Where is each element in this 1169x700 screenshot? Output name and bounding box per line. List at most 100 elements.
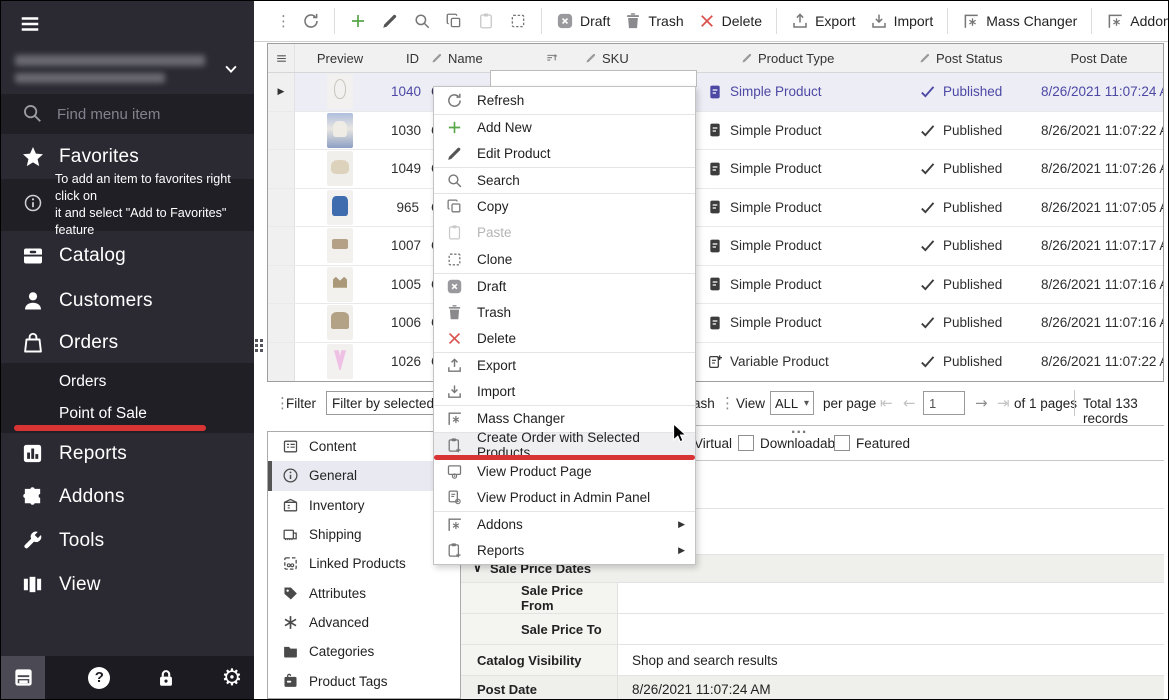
post-date-value[interactable]: 8/26/2021 11:07:24 AM (618, 676, 1164, 700)
table-row[interactable]: 1007 CC Simple Product Published 8/26/20… (268, 227, 1163, 266)
account-selector[interactable] (1, 49, 254, 91)
preview-cell[interactable] (295, 228, 385, 263)
id-cell[interactable]: 1007 (385, 238, 425, 253)
mass-changer-button[interactable]: Mass Changer (955, 1, 1084, 41)
menu-view-product-page[interactable]: View Product Page (434, 458, 695, 485)
product-type-cell[interactable]: Simple Product (701, 199, 913, 215)
tab-shipping[interactable]: Shipping (268, 520, 460, 549)
id-cell[interactable]: 1030 (385, 123, 425, 138)
draft-button[interactable]: Draft (549, 1, 617, 41)
tab-general[interactable]: General (268, 461, 460, 490)
catalog-visibility-value[interactable]: Shop and search results (618, 645, 1164, 675)
sidebar-item-tools[interactable]: Tools (1, 521, 254, 561)
lock-button[interactable] (144, 656, 188, 699)
col-header-sku[interactable]: SKU (579, 44, 701, 72)
catalog-visibility-row[interactable]: Catalog Visibility Shop and search resul… (461, 645, 1164, 676)
preview-cell[interactable] (295, 190, 385, 225)
name-cell-editor[interactable] (490, 70, 697, 87)
search-input[interactable]: Find menu item (57, 106, 160, 123)
settings-button[interactable]: ⚙ (210, 656, 254, 699)
id-cell[interactable]: 965 (385, 200, 425, 215)
post-status-cell[interactable]: Published (913, 276, 1035, 293)
import-button[interactable]: Import (863, 1, 941, 41)
tab-content[interactable]: Content (268, 432, 460, 461)
product-type-cell[interactable]: Simple Product (701, 122, 913, 138)
sidebar-item-orders[interactable]: Orders (1, 323, 254, 363)
copy-button[interactable] (438, 1, 470, 41)
table-row[interactable]: 1049 CC Simple Product Published 8/26/20… (268, 150, 1163, 189)
preview-cell[interactable] (295, 305, 385, 340)
sale-price-from-value[interactable] (618, 583, 1164, 613)
export-button[interactable]: Export (784, 1, 862, 41)
addons-dropdown[interactable]: Addons▾ (1099, 1, 1169, 41)
product-type-cell[interactable]: Simple Product (701, 276, 913, 292)
post-date-cell[interactable]: 8/26/2021 11:07:22 AM (1035, 123, 1163, 138)
id-cell[interactable]: 1040 (385, 84, 425, 99)
table-row[interactable]: 1030 CC Simple Product Published 8/26/20… (268, 112, 1163, 151)
sort-icon[interactable] (545, 51, 559, 65)
panel-drag-handle[interactable] (255, 339, 265, 357)
tab-inventory[interactable]: Inventory (268, 491, 460, 520)
last-page-button[interactable]: ⇥ (997, 394, 1010, 412)
clone-button[interactable] (502, 1, 534, 41)
preview-cell[interactable] (295, 113, 385, 148)
tab-attributes[interactable]: Attributes (268, 578, 460, 607)
id-cell[interactable]: 1006 (385, 315, 425, 330)
product-type-cell[interactable]: Variable Product (701, 354, 913, 370)
prev-page-button[interactable]: ← (903, 394, 916, 412)
menu-export[interactable]: Export (434, 352, 695, 379)
post-date-cell[interactable]: 8/26/2021 11:07:22 AM (1035, 354, 1163, 369)
edit-button[interactable] (374, 1, 406, 41)
sidebar-item-addons[interactable]: Addons (1, 477, 254, 517)
post-status-cell[interactable]: Published (913, 199, 1035, 216)
product-type-cell[interactable]: Simple Product (701, 161, 913, 177)
col-header-preview[interactable]: Preview (295, 44, 385, 72)
post-status-cell[interactable]: Published (913, 237, 1035, 254)
refresh-button[interactable] (295, 1, 327, 41)
sidebar-subitem-orders[interactable]: Orders (1, 366, 254, 398)
post-date-cell[interactable]: 8/26/2021 11:07:05 AM (1035, 200, 1163, 215)
col-header-id[interactable]: ID (385, 44, 425, 72)
menu-search[interactable]: Search (434, 167, 695, 194)
sidebar-item-customers[interactable]: Customers (1, 279, 254, 323)
field-value[interactable] (618, 461, 1164, 508)
col-header-product-type[interactable]: Product Type (701, 44, 913, 72)
post-date-row[interactable]: Post Date 8/26/2021 11:07:24 AM (461, 676, 1164, 700)
col-header-post-date[interactable]: Post Date (1035, 44, 1163, 72)
tab-product-tags[interactable]: Product Tags (268, 666, 460, 695)
menu-mass-changer[interactable]: Mass Changer (434, 405, 695, 432)
menu-delete[interactable]: Delete (434, 326, 695, 353)
select-all-corner[interactable] (268, 44, 295, 72)
product-type-cell[interactable]: Simple Product (701, 238, 913, 254)
preview-cell[interactable] (295, 151, 385, 186)
post-date-cell[interactable]: 8/26/2021 11:07:16 AM (1035, 277, 1163, 292)
paste-button[interactable] (470, 1, 502, 41)
preview-cell[interactable] (295, 267, 385, 302)
table-row[interactable]: 1026 CR Variable Product Published 8/26/… (268, 343, 1163, 382)
id-cell[interactable]: 1026 (385, 354, 425, 369)
featured-checkbox[interactable] (834, 435, 850, 451)
product-type-cell[interactable]: Simple Product (701, 84, 913, 100)
post-date-cell[interactable]: 8/26/2021 11:07:16 AM (1035, 315, 1163, 330)
menu-add-new[interactable]: Add New (434, 114, 695, 141)
menu-view-product-in-admin-panel[interactable]: View Product in Admin Panel (434, 485, 695, 512)
post-status-cell[interactable]: Published (913, 314, 1035, 331)
table-row[interactable]: 1006 CC Simple Product Published 8/26/20… (268, 304, 1163, 343)
tab-linked-products[interactable]: Linked Products (268, 549, 460, 578)
col-header-name[interactable]: Name (425, 44, 579, 72)
sidebar-item-reports[interactable]: Reports (1, 434, 254, 474)
help-button[interactable]: ? (77, 656, 121, 699)
col-header-post-status[interactable]: Post Status (913, 44, 1035, 72)
table-row[interactable]: ▶ 1040 CH Simple Product Published 8/26/… (268, 73, 1163, 112)
first-page-button[interactable]: ⇤ (880, 394, 893, 412)
product-type-cell[interactable]: Simple Product (701, 315, 913, 331)
tab-categories[interactable]: Categories (268, 637, 460, 666)
page-number-input[interactable] (923, 391, 965, 415)
id-cell[interactable]: 1005 (385, 277, 425, 292)
menu-draft[interactable]: Draft (434, 273, 695, 300)
menu-reports[interactable]: Reports▶ (434, 538, 695, 565)
toolbar-drag-icon[interactable]: ⋮ (272, 12, 295, 30)
table-row[interactable]: 965 CC Simple Product Published 8/26/202… (268, 189, 1163, 228)
post-status-cell[interactable]: Published (913, 83, 1035, 100)
post-date-cell[interactable]: 8/26/2021 11:07:17 AM (1035, 238, 1163, 253)
